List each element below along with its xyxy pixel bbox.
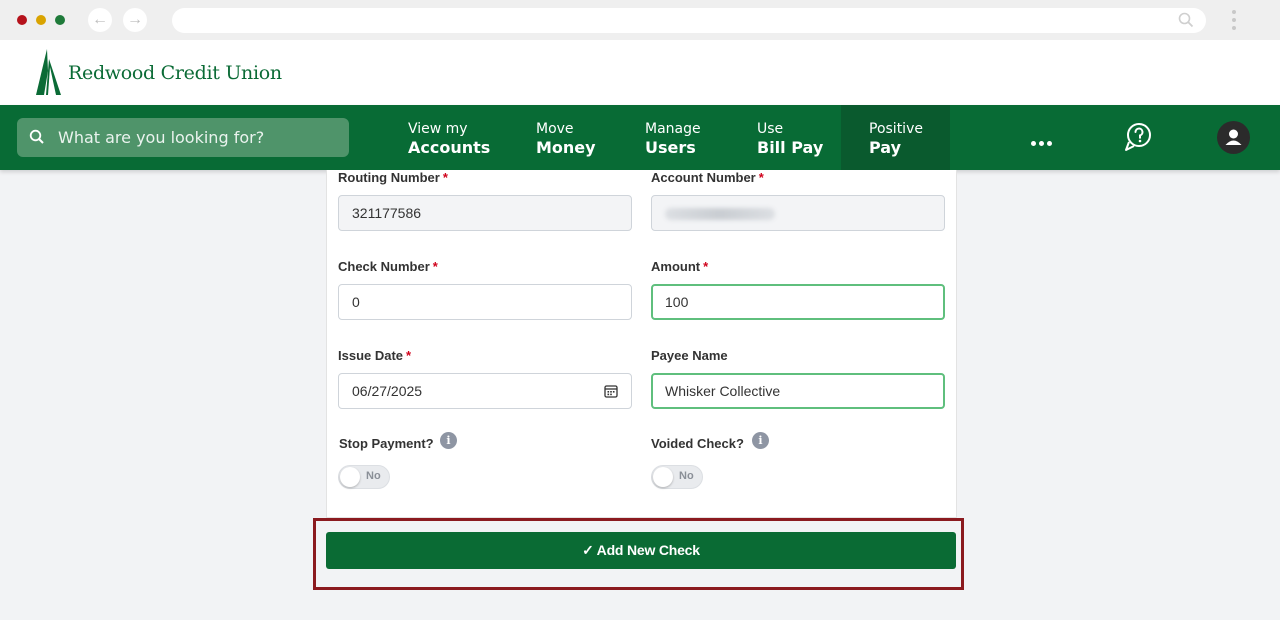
amount-field[interactable]: 100 [651,284,945,320]
main-navigation: What are you looking for? View my Accoun… [0,105,1280,170]
calendar-icon[interactable] [604,384,618,398]
nav-manage-users[interactable]: Manage Users [645,105,701,170]
nav-line2: Users [645,138,696,157]
forward-arrow-icon[interactable]: → [123,8,147,32]
help-chat-icon[interactable] [1123,122,1153,152]
nav-line2: Money [536,138,596,157]
window-minimize-dot[interactable] [36,15,46,25]
search-placeholder: What are you looking for? [58,128,265,147]
account-number-label: Account Number * [651,170,764,185]
check-number-value: 0 [352,294,360,310]
voided-check-label: Voided Check? [651,436,744,451]
checkmark-icon: ✓ [582,542,594,558]
toggle-state: No [366,470,381,482]
payee-name-field[interactable]: Whisker Collective [651,373,945,409]
redacted-account-number [665,208,775,220]
info-icon[interactable]: i [752,432,769,449]
search-input[interactable]: What are you looking for? [17,118,349,157]
nav-line2: Accounts [408,138,491,157]
brand-name[interactable]: Redwood Credit Union [68,62,282,84]
nav-line2: Pay [869,138,902,157]
toggle-state: No [679,470,694,482]
nav-line1: View my [408,121,468,137]
amount-value: 100 [665,294,689,310]
nav-line1: Manage [645,121,701,137]
nav-positive-pay[interactable]: Positive Pay [869,105,923,170]
issue-date-value: 06/27/2025 [352,383,423,399]
search-icon [29,129,44,144]
amount-label: Amount * [651,259,709,274]
routing-number-label: Routing Number * [338,170,448,185]
window-close-dot[interactable] [17,15,27,25]
toggle-knob [340,467,360,487]
nav-line1: Positive [869,121,923,137]
nav-line2: Bill Pay [757,138,824,157]
issue-date-field[interactable]: 06/27/2025 [338,373,632,409]
search-icon [1178,12,1194,28]
add-new-check-label: Add New Check [596,542,700,558]
voided-check-toggle[interactable]: No [651,465,703,489]
info-icon[interactable]: i [440,432,457,449]
back-arrow-icon[interactable]: ← [88,8,112,32]
check-number-field[interactable]: 0 [338,284,632,320]
site-header: Redwood Credit Union [0,40,1280,105]
account-number-field[interactable] [651,195,945,231]
nav-view-accounts[interactable]: View my Accounts [408,105,490,170]
payee-name-label: Payee Name [651,348,728,363]
browser-menu-icon[interactable] [1231,8,1237,32]
address-bar[interactable] [172,8,1206,33]
browser-chrome: ← → [0,0,1280,40]
add-new-check-button[interactable]: ✓ Add New Check [326,532,956,569]
stop-payment-toggle[interactable]: No [338,465,390,489]
nav-move-money[interactable]: Move Money [536,105,596,170]
nav-line1: Use [757,121,784,137]
payee-name-value: Whisker Collective [665,383,781,399]
more-icon[interactable] [1031,133,1055,151]
profile-icon[interactable] [1217,121,1250,154]
check-form: Routing Number * 321177586 Account Number… [326,170,957,518]
window-maximize-dot[interactable] [55,15,65,25]
redwood-tree-logo-icon[interactable] [34,49,64,95]
nav-line1: Move [536,121,574,137]
check-number-label: Check Number * [338,259,438,274]
nav-bill-pay[interactable]: Use Bill Pay [757,105,823,170]
stop-payment-label: Stop Payment? [339,436,434,451]
routing-number-field[interactable]: 321177586 [338,195,632,231]
issue-date-label: Issue Date * [338,348,412,363]
routing-number-value: 321177586 [352,205,422,221]
toggle-knob [653,467,673,487]
